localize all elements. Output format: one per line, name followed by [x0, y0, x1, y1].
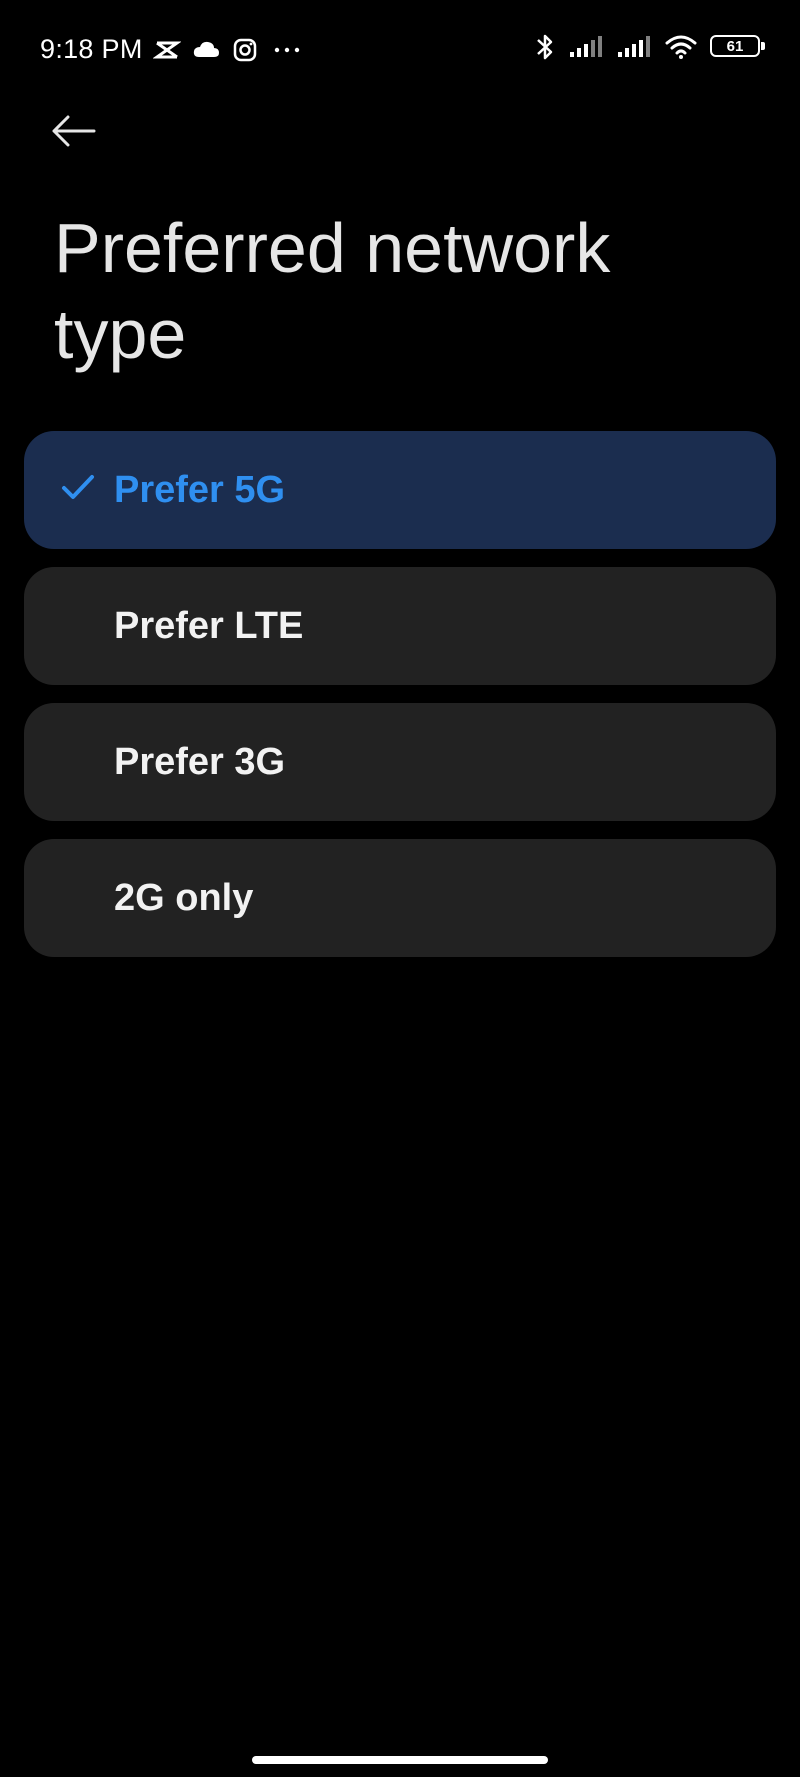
- instagram-icon: [231, 36, 259, 64]
- bluetooth-icon: [534, 32, 556, 60]
- option-2g-only[interactable]: 2G only: [24, 839, 776, 957]
- option-prefer-3g[interactable]: Prefer 3G: [24, 703, 776, 821]
- more-dots-icon: [269, 36, 305, 64]
- network-type-options: Prefer 5G Prefer LTE Prefer 3G 2G only: [24, 431, 776, 975]
- option-label: Prefer 3G: [114, 740, 286, 783]
- battery-level: 61: [726, 37, 744, 55]
- option-label: Prefer LTE: [114, 604, 304, 647]
- status-bar-left: 9:18 PM: [40, 34, 305, 65]
- status-bar-right: 61: [534, 32, 765, 60]
- signal-icon: [568, 32, 604, 60]
- signal-icon: [616, 32, 652, 60]
- checkmark-icon: [60, 469, 96, 505]
- option-prefer-lte[interactable]: Prefer LTE: [24, 567, 776, 685]
- option-label: 2G only: [114, 876, 254, 919]
- wifi-icon: [664, 32, 698, 60]
- page-title: Preferred network type: [54, 209, 611, 373]
- option-label: Prefer 5G: [114, 468, 286, 511]
- option-prefer-5g[interactable]: Prefer 5G: [24, 431, 776, 549]
- battery-icon: 61: [710, 35, 765, 57]
- home-indicator[interactable]: [252, 1756, 548, 1764]
- battery-tip: [761, 42, 765, 50]
- status-time: 9:18 PM: [40, 34, 143, 64]
- arrow-left-icon: [50, 113, 96, 154]
- back-button[interactable]: [50, 105, 114, 161]
- capcut-icon: [151, 36, 182, 64]
- cloud-icon: [191, 36, 221, 64]
- status-bar: 9:18 PM 61: [0, 0, 800, 100]
